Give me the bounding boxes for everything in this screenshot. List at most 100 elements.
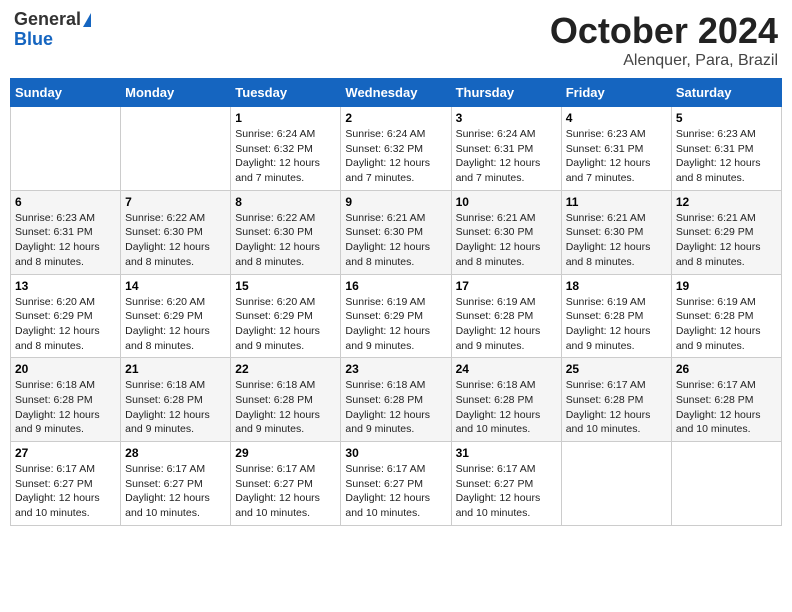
- day-info: Sunrise: 6:19 AMSunset: 6:28 PMDaylight:…: [566, 295, 667, 354]
- day-info: Sunrise: 6:19 AMSunset: 6:28 PMDaylight:…: [676, 295, 777, 354]
- day-cell: 22 Sunrise: 6:18 AMSunset: 6:28 PMDayligh…: [231, 358, 341, 442]
- day-number: 5: [676, 111, 777, 125]
- month-year: October 2024: [550, 10, 778, 52]
- day-info: Sunrise: 6:24 AMSunset: 6:31 PMDaylight:…: [456, 127, 557, 186]
- day-number: 19: [676, 279, 777, 293]
- column-header-friday: Friday: [561, 79, 671, 107]
- day-cell: 2Sunrise: 6:24 AMSunset: 6:32 PMDaylight…: [341, 107, 451, 191]
- day-info: Sunrise: 6:18 AMSunset: 6:28 PMDaylight:…: [125, 378, 226, 437]
- day-number: 30: [345, 446, 446, 460]
- day-cell: 28 Sunrise: 6:17 AMSunset: 6:27 PMDayligh…: [121, 442, 231, 526]
- day-number: 4: [566, 111, 667, 125]
- day-cell: 3 Sunrise: 6:24 AMSunset: 6:31 PMDaylight…: [451, 107, 561, 191]
- day-number: 7: [125, 195, 226, 209]
- day-info: Sunrise: 6:17 AMSunset: 6:27 PMDaylight:…: [235, 462, 336, 521]
- day-cell: 29 Sunrise: 6:17 AMSunset: 6:27 PMDayligh…: [231, 442, 341, 526]
- day-info: Sunrise: 6:20 AMSunset: 6:29 PMDaylight:…: [125, 295, 226, 354]
- day-cell: 30 Sunrise: 6:17 AMSunset: 6:27 PMDayligh…: [341, 442, 451, 526]
- week-row-5: 27 Sunrise: 6:17 AMSunset: 6:27 PMDayligh…: [11, 442, 782, 526]
- day-number: 3: [456, 111, 557, 125]
- day-cell: 11 Sunrise: 6:21 AMSunset: 6:30 PMDayligh…: [561, 190, 671, 274]
- day-info: Sunrise: 6:17 AMSunset: 6:27 PMDaylight:…: [15, 462, 116, 521]
- day-cell: 5 Sunrise: 6:23 AMSunset: 6:31 PMDaylight…: [671, 107, 781, 191]
- day-number: 15: [235, 279, 336, 293]
- day-cell: 8 Sunrise: 6:22 AMSunset: 6:30 PMDaylight…: [231, 190, 341, 274]
- day-number: 16: [345, 279, 446, 293]
- day-number: 18: [566, 279, 667, 293]
- day-info: Sunrise: 6:18 AMSunset: 6:28 PMDaylight:…: [345, 378, 446, 437]
- day-number: 27: [15, 446, 116, 460]
- day-number: 24: [456, 362, 557, 376]
- day-info: Sunrise: 6:20 AMSunset: 6:29 PMDaylight:…: [15, 295, 116, 354]
- day-number: 28: [125, 446, 226, 460]
- day-cell: 31 Sunrise: 6:17 AMSunset: 6:27 PMDayligh…: [451, 442, 561, 526]
- column-header-saturday: Saturday: [671, 79, 781, 107]
- day-number: 22: [235, 362, 336, 376]
- day-info: Sunrise: 6:18 AMSunset: 6:28 PMDaylight:…: [235, 378, 336, 437]
- day-number: 26: [676, 362, 777, 376]
- day-cell: 26 Sunrise: 6:17 AMSunset: 6:28 PMDayligh…: [671, 358, 781, 442]
- day-number: 21: [125, 362, 226, 376]
- day-number: 6: [15, 195, 116, 209]
- column-header-monday: Monday: [121, 79, 231, 107]
- day-number: 17: [456, 279, 557, 293]
- day-number: 1: [235, 111, 336, 125]
- day-info: Sunrise: 6:18 AMSunset: 6:28 PMDaylight:…: [456, 378, 557, 437]
- logo: General Blue: [14, 10, 91, 50]
- day-number: 25: [566, 362, 667, 376]
- day-info: Sunrise: 6:24 AMSunset: 6:32 PMDaylight:…: [345, 127, 446, 186]
- day-number: 12: [676, 195, 777, 209]
- day-cell: 1 Sunrise: 6:24 AMSunset: 6:32 PMDaylight…: [231, 107, 341, 191]
- day-info: Sunrise: 6:17 AMSunset: 6:27 PMDaylight:…: [125, 462, 226, 521]
- day-cell: 10Sunrise: 6:21 AMSunset: 6:30 PMDayligh…: [451, 190, 561, 274]
- day-number: 31: [456, 446, 557, 460]
- day-cell: [561, 442, 671, 526]
- page-header: General Blue October 2024 Alenquer, Para…: [10, 10, 782, 70]
- day-info: Sunrise: 6:17 AMSunset: 6:28 PMDaylight:…: [676, 378, 777, 437]
- day-info: Sunrise: 6:22 AMSunset: 6:30 PMDaylight:…: [125, 211, 226, 270]
- day-info: Sunrise: 6:21 AMSunset: 6:30 PMDaylight:…: [345, 211, 446, 270]
- day-number: 23: [345, 362, 446, 376]
- week-row-1: 1 Sunrise: 6:24 AMSunset: 6:32 PMDaylight…: [11, 107, 782, 191]
- day-number: 8: [235, 195, 336, 209]
- day-info: Sunrise: 6:21 AMSunset: 6:30 PMDaylight:…: [566, 211, 667, 270]
- day-info: Sunrise: 6:23 AMSunset: 6:31 PMDaylight:…: [676, 127, 777, 186]
- logo-general-text: General: [14, 10, 81, 30]
- day-number: 13: [15, 279, 116, 293]
- day-info: Sunrise: 6:18 AMSunset: 6:28 PMDaylight:…: [15, 378, 116, 437]
- day-info: Sunrise: 6:21 AMSunset: 6:30 PMDaylight:…: [456, 211, 557, 270]
- day-cell: 6 Sunrise: 6:23 AMSunset: 6:31 PMDaylight…: [11, 190, 121, 274]
- day-number: 14: [125, 279, 226, 293]
- day-cell: 7 Sunrise: 6:22 AMSunset: 6:30 PMDaylight…: [121, 190, 231, 274]
- day-info: Sunrise: 6:23 AMSunset: 6:31 PMDaylight:…: [15, 211, 116, 270]
- day-cell: 24 Sunrise: 6:18 AMSunset: 6:28 PMDayligh…: [451, 358, 561, 442]
- day-cell: 13 Sunrise: 6:20 AMSunset: 6:29 PMDayligh…: [11, 274, 121, 358]
- day-cell: 20 Sunrise: 6:18 AMSunset: 6:28 PMDayligh…: [11, 358, 121, 442]
- column-header-wednesday: Wednesday: [341, 79, 451, 107]
- day-info: Sunrise: 6:17 AMSunset: 6:28 PMDaylight:…: [566, 378, 667, 437]
- week-row-4: 20 Sunrise: 6:18 AMSunset: 6:28 PMDayligh…: [11, 358, 782, 442]
- calendar-header: SundayMondayTuesdayWednesdayThursdayFrid…: [11, 79, 782, 107]
- day-cell: 18 Sunrise: 6:19 AMSunset: 6:28 PMDayligh…: [561, 274, 671, 358]
- day-cell: 4 Sunrise: 6:23 AMSunset: 6:31 PMDaylight…: [561, 107, 671, 191]
- day-cell: 23 Sunrise: 6:18 AMSunset: 6:28 PMDayligh…: [341, 358, 451, 442]
- day-info: Sunrise: 6:21 AMSunset: 6:29 PMDaylight:…: [676, 211, 777, 270]
- day-cell: 15 Sunrise: 6:20 AMSunset: 6:29 PMDayligh…: [231, 274, 341, 358]
- calendar-table: SundayMondayTuesdayWednesdayThursdayFrid…: [10, 78, 782, 526]
- day-number: 20: [15, 362, 116, 376]
- day-info: Sunrise: 6:23 AMSunset: 6:31 PMDaylight:…: [566, 127, 667, 186]
- day-cell: 12 Sunrise: 6:21 AMSunset: 6:29 PMDayligh…: [671, 190, 781, 274]
- day-cell: 17Sunrise: 6:19 AMSunset: 6:28 PMDayligh…: [451, 274, 561, 358]
- day-info: Sunrise: 6:20 AMSunset: 6:29 PMDaylight:…: [235, 295, 336, 354]
- day-number: 11: [566, 195, 667, 209]
- day-info: Sunrise: 6:24 AMSunset: 6:32 PMDaylight:…: [235, 127, 336, 186]
- month-title-block: October 2024 Alenquer, Para, Brazil: [550, 10, 778, 70]
- day-info: Sunrise: 6:17 AMSunset: 6:27 PMDaylight:…: [456, 462, 557, 521]
- day-cell: 16Sunrise: 6:19 AMSunset: 6:29 PMDayligh…: [341, 274, 451, 358]
- header-row: SundayMondayTuesdayWednesdayThursdayFrid…: [11, 79, 782, 107]
- day-cell: 14 Sunrise: 6:20 AMSunset: 6:29 PMDayligh…: [121, 274, 231, 358]
- day-number: 29: [235, 446, 336, 460]
- day-info: Sunrise: 6:17 AMSunset: 6:27 PMDaylight:…: [345, 462, 446, 521]
- day-info: Sunrise: 6:22 AMSunset: 6:30 PMDaylight:…: [235, 211, 336, 270]
- column-header-tuesday: Tuesday: [231, 79, 341, 107]
